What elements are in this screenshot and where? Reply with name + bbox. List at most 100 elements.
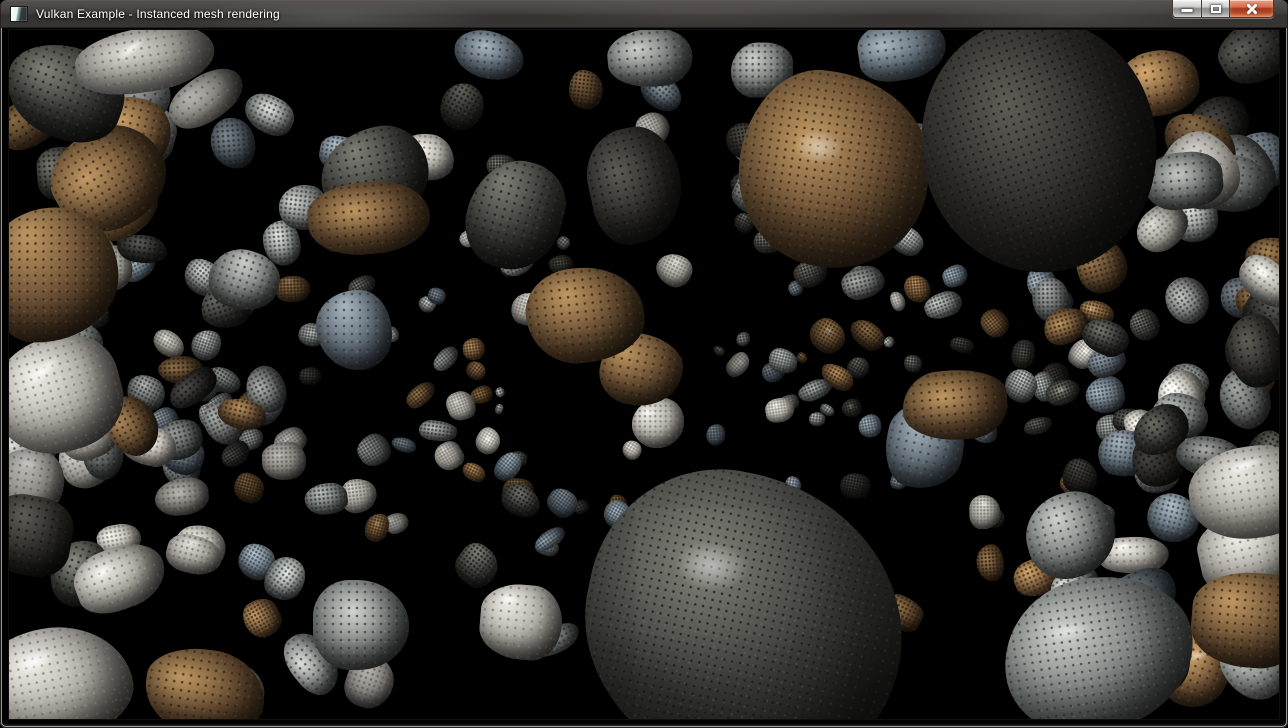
rock bbox=[566, 68, 604, 111]
specular-highlight bbox=[1254, 265, 1274, 281]
rock bbox=[705, 423, 725, 445]
specular-highlight bbox=[285, 279, 294, 283]
specular-highlight bbox=[979, 500, 990, 507]
rock bbox=[238, 592, 288, 642]
specular-highlight bbox=[162, 336, 172, 342]
specular-highlight bbox=[1147, 215, 1159, 232]
rock bbox=[1022, 414, 1054, 437]
specular-highlight bbox=[672, 538, 751, 595]
rock bbox=[941, 262, 971, 289]
window-title: Vulkan Example - Instanced mesh renderin… bbox=[36, 7, 280, 21]
rock bbox=[578, 119, 692, 251]
rock bbox=[9, 615, 141, 719]
specular-highlight bbox=[273, 451, 284, 459]
rock bbox=[808, 412, 825, 427]
rock bbox=[494, 403, 504, 415]
app-window: Vulkan Example - Instanced mesh renderin… bbox=[0, 0, 1288, 728]
specular-highlight bbox=[847, 403, 853, 409]
close-button[interactable] bbox=[1229, 0, 1274, 18]
rock bbox=[857, 413, 884, 440]
specular-highlight bbox=[741, 215, 748, 219]
window-frame-inner bbox=[9, 30, 1279, 719]
specular-highlight bbox=[373, 521, 380, 528]
minimize-button[interactable] bbox=[1172, 0, 1201, 18]
rock bbox=[461, 337, 486, 362]
specular-highlight bbox=[641, 409, 656, 416]
specular-highlight bbox=[11, 644, 58, 679]
rock bbox=[495, 386, 506, 398]
rock bbox=[209, 116, 257, 170]
rock bbox=[432, 76, 493, 139]
rock bbox=[418, 418, 459, 443]
specular-highlight bbox=[1044, 618, 1094, 644]
specular-highlight bbox=[184, 539, 202, 546]
specular-highlight bbox=[91, 560, 116, 583]
specular-highlight bbox=[141, 383, 151, 388]
specular-highlight bbox=[172, 487, 186, 499]
render-viewport[interactable] bbox=[9, 30, 1279, 719]
specular-highlight bbox=[1056, 386, 1068, 393]
rock bbox=[844, 314, 889, 357]
rock bbox=[477, 581, 565, 663]
rock bbox=[262, 441, 307, 481]
specular-highlight bbox=[791, 127, 845, 165]
rock bbox=[471, 423, 504, 457]
rock bbox=[463, 358, 490, 385]
rock bbox=[838, 263, 887, 305]
maximize-button[interactable] bbox=[1201, 0, 1229, 18]
window-controls bbox=[1172, 0, 1274, 18]
specular-highlight bbox=[1081, 347, 1090, 356]
rock bbox=[304, 481, 350, 516]
specular-highlight bbox=[114, 34, 149, 64]
app-icon bbox=[10, 6, 28, 22]
rock bbox=[803, 313, 850, 360]
rock bbox=[975, 303, 1013, 342]
rock bbox=[140, 642, 271, 719]
rock bbox=[556, 445, 931, 719]
rock bbox=[903, 355, 923, 374]
specular-highlight bbox=[800, 355, 804, 358]
specular-highlight bbox=[499, 592, 522, 605]
rock bbox=[712, 344, 727, 358]
rock bbox=[1156, 269, 1217, 331]
rock bbox=[1209, 30, 1279, 96]
rock bbox=[975, 543, 1004, 582]
rock bbox=[448, 537, 506, 595]
rock bbox=[460, 459, 489, 484]
rock bbox=[429, 342, 463, 375]
rock bbox=[542, 483, 582, 522]
rock bbox=[153, 476, 210, 518]
minimize-icon bbox=[1182, 9, 1193, 12]
rock bbox=[313, 580, 409, 670]
rock bbox=[840, 396, 864, 419]
specular-highlight bbox=[453, 398, 461, 405]
close-icon bbox=[1245, 2, 1258, 15]
rock bbox=[298, 367, 321, 386]
specular-highlight bbox=[772, 402, 780, 408]
specular-highlight bbox=[1226, 453, 1266, 477]
title-bar[interactable]: Vulkan Example - Instanced mesh renderin… bbox=[0, 0, 1288, 28]
specular-highlight bbox=[22, 351, 64, 390]
rock bbox=[353, 428, 396, 471]
rock bbox=[452, 30, 527, 83]
specular-highlight bbox=[485, 436, 492, 442]
rock bbox=[362, 511, 392, 546]
specular-highlight bbox=[737, 360, 744, 366]
rock bbox=[231, 470, 268, 506]
rock bbox=[276, 275, 310, 302]
specular-highlight bbox=[1116, 541, 1132, 552]
specular-highlight bbox=[440, 446, 448, 453]
rock bbox=[735, 331, 751, 347]
rock bbox=[722, 349, 754, 382]
specular-highlight bbox=[824, 326, 835, 335]
rock bbox=[391, 435, 419, 455]
rock bbox=[605, 30, 695, 91]
specular-highlight bbox=[672, 259, 682, 266]
specular-highlight bbox=[307, 331, 316, 336]
rock bbox=[838, 471, 872, 501]
specular-highlight bbox=[200, 334, 211, 343]
specular-highlight bbox=[894, 296, 898, 300]
rock bbox=[651, 248, 698, 293]
maximize-icon bbox=[1211, 5, 1221, 13]
rock bbox=[402, 377, 439, 412]
